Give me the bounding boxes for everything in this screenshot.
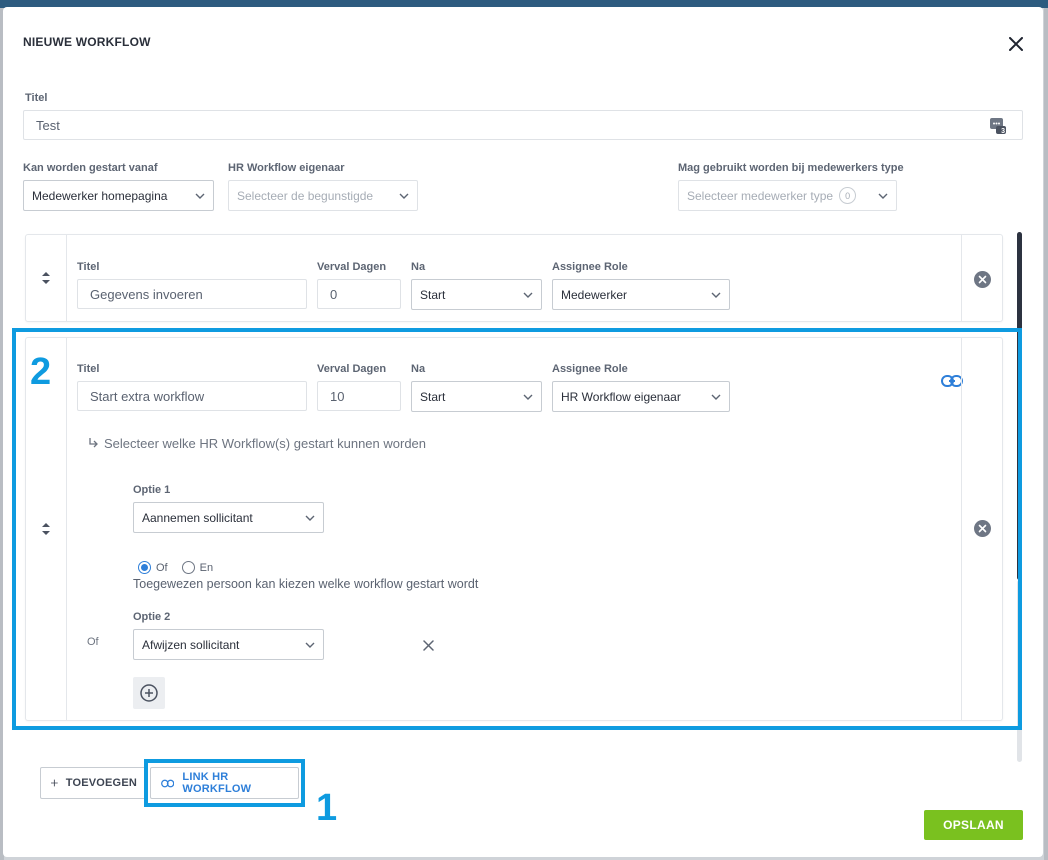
highlight-box-2: [12, 328, 1022, 730]
step-after-value: Start: [420, 287, 446, 302]
step-title-value: Gegevens invoeren: [90, 286, 203, 302]
step-after-label: Na: [411, 261, 426, 273]
title-label: Titel: [25, 92, 48, 104]
started-from-select[interactable]: Medewerker homepagina: [23, 180, 214, 211]
chevron-down-icon: [399, 191, 409, 201]
annotation-marker-1: 1: [316, 787, 338, 829]
annotation-marker-2: 2: [30, 351, 52, 393]
remove-step-icon[interactable]: [974, 271, 991, 288]
step-title-label: Titel: [77, 261, 100, 273]
step-days-value: 0: [330, 286, 338, 302]
owner-label: HR Workflow eigenaar: [228, 162, 345, 174]
owner-placeholder: Selecteer de begunstigde: [237, 188, 374, 203]
step-handle-column: [26, 235, 67, 321]
title-input[interactable]: Test 3: [23, 110, 1023, 140]
badge-count: 3: [1001, 128, 1005, 135]
workflow-step-1: Titel Gegevens invoeren Verval Dagen 0 N…: [25, 234, 1003, 322]
add-step-button[interactable]: TOEVOEGEN: [40, 767, 148, 799]
close-icon: [1009, 37, 1023, 51]
step-remove-column: [961, 235, 1002, 321]
highlight-box-1: [144, 759, 305, 807]
chevron-down-icon: [711, 290, 721, 300]
modal-title: NIEUWE WORKFLOW: [23, 35, 151, 49]
new-workflow-modal: NIEUWE WORKFLOW Titel Test 3 Kan worden …: [3, 7, 1043, 857]
step-role-label: Assignee Role: [552, 261, 628, 273]
step-days-label: Verval Dagen: [317, 261, 387, 273]
owner-select[interactable]: Selecteer de begunstigde: [228, 180, 418, 211]
save-button[interactable]: OPSLAAN: [924, 810, 1023, 840]
chevron-down-icon: [195, 191, 205, 201]
backdrop-right: [1044, 8, 1048, 860]
started-from-value: Medewerker homepagina: [32, 188, 168, 203]
add-step-label: TOEVOEGEN: [65, 777, 137, 789]
close-button[interactable]: [1003, 31, 1029, 57]
employee-type-count: 0: [839, 187, 857, 204]
employee-type-label: Mag gebruikt worden bij medewerkers type: [678, 162, 904, 174]
employee-type-placeholder: Selecteer medewerker type: [687, 188, 834, 203]
step-role-value: Medewerker: [561, 287, 628, 302]
chevron-down-icon: [523, 290, 533, 300]
step-after-select[interactable]: Start: [411, 279, 542, 310]
drag-handle-icon[interactable]: [41, 271, 51, 285]
chevron-down-icon: [878, 191, 888, 201]
step-title-input[interactable]: Gegevens invoeren: [77, 279, 307, 309]
plus-icon: [51, 779, 58, 787]
step-days-input[interactable]: 0: [317, 279, 401, 309]
title-input-value: Test: [36, 117, 60, 133]
placeholder-badge-icon[interactable]: 3: [990, 117, 1006, 135]
step-role-select[interactable]: Medewerker: [552, 279, 730, 310]
employee-type-select[interactable]: Selecteer medewerker type 0: [678, 180, 897, 211]
started-from-label: Kan worden gestart vanaf: [23, 162, 158, 174]
